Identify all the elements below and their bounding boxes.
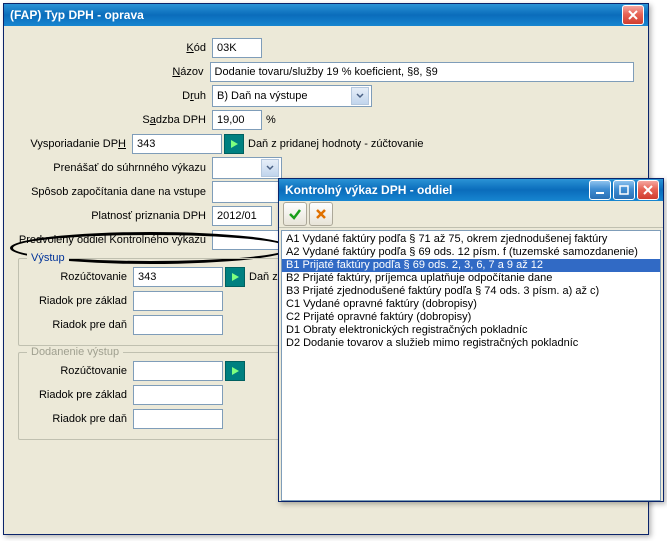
maximize-icon — [618, 184, 630, 196]
dodanenie-riadok-zaklad-label: Riadok pre základ — [27, 389, 133, 401]
list-item[interactable]: C2 Prijaté opravné faktúry (dobropisy) — [282, 311, 660, 324]
ok-button[interactable] — [283, 202, 307, 226]
prenasat-label: Prenášať do súhrnného výkazu — [18, 162, 212, 174]
platnost-label: Platnosť priznania DPH — [18, 210, 212, 222]
prenasat-select[interactable] — [212, 157, 282, 179]
kod-input[interactable]: 03K — [212, 38, 262, 58]
druh-label: Druh — [18, 90, 212, 102]
popup-toolbar — [279, 201, 663, 228]
druh-select[interactable]: B) Daň na výstupe — [212, 85, 372, 107]
sadzba-input[interactable]: 19,00 — [212, 110, 262, 130]
main-title: (FAP) Typ DPH - oprava — [10, 8, 622, 22]
dodanenie-riadok-dan-input[interactable] — [133, 409, 223, 429]
popup-titlebar: Kontrolný výkaz DPH - oddiel — [279, 179, 663, 201]
chevron-down-icon — [351, 87, 369, 105]
play-icon — [229, 139, 239, 149]
vystup-riadok-dan-label: Riadok pre daň — [27, 319, 133, 331]
predvoleny-input[interactable] — [212, 230, 284, 250]
vysporiadanie-input[interactable]: 343 — [132, 134, 222, 154]
dodanenie-rozuctovanie-input[interactable] — [133, 361, 223, 381]
vysporiadanie-trail: Daň z pridanej hodnoty - zúčtovanie — [244, 138, 424, 150]
x-icon — [314, 207, 328, 221]
predvoleny-label: Predvolený oddiel Kontrolného výkazu — [18, 234, 212, 246]
nazov-input[interactable]: Dodanie tovaru/služby 19 % koeficient, §… — [210, 62, 634, 82]
maximize-button[interactable] — [613, 180, 635, 200]
list-item[interactable]: D1 Obraty elektronických registračných p… — [282, 324, 660, 337]
chevron-down-icon — [261, 159, 279, 177]
vystup-rozuctovanie-input[interactable]: 343 — [133, 267, 223, 287]
close-button[interactable] — [622, 5, 644, 25]
play-icon — [230, 366, 240, 376]
check-icon — [288, 207, 302, 221]
vystup-riadok-dan-input[interactable] — [133, 315, 223, 335]
popup-window: Kontrolný výkaz DPH - oddiel A1 Vydané f… — [278, 178, 664, 502]
dodanenie-rozuctovanie-label: Rozúčtovanie — [27, 365, 133, 377]
popup-close-button[interactable] — [637, 180, 659, 200]
platnost-input[interactable]: 2012/01 — [212, 206, 272, 226]
main-titlebar: (FAP) Typ DPH - oprava — [4, 4, 648, 26]
vystup-rozuctovanie-label: Rozúčtovanie — [27, 271, 133, 283]
cancel-button[interactable] — [309, 202, 333, 226]
close-icon — [642, 184, 654, 196]
dodanenie-riadok-zaklad-input[interactable] — [133, 385, 223, 405]
list-item[interactable]: A2 Vydané faktúry podľa § 69 ods. 12 pís… — [282, 246, 660, 259]
list-item[interactable]: B1 Prijaté faktúry podľa § 69 ods. 2, 3,… — [282, 259, 660, 272]
sadzba-suffix: % — [262, 114, 276, 126]
list-item[interactable]: A1 Vydané faktúry podľa § 71 až 75, okre… — [282, 233, 660, 246]
minimize-button[interactable] — [589, 180, 611, 200]
vysporiadanie-lookup-button[interactable] — [224, 134, 244, 154]
close-icon — [627, 9, 639, 21]
play-icon — [230, 272, 240, 282]
popup-title: Kontrolný výkaz DPH - oddiel — [285, 183, 589, 197]
dodanenie-rozuctovanie-lookup-button[interactable] — [225, 361, 245, 381]
nazov-label: Názov — [18, 66, 210, 78]
list-item[interactable]: B2 Prijaté faktúry, príjemca uplatňuje o… — [282, 272, 660, 285]
list-item[interactable]: C1 Vydané opravné faktúry (dobropisy) — [282, 298, 660, 311]
sposob-label: Spôsob započítania dane na vstupe — [18, 186, 212, 198]
vystup-rozuctovanie-lookup-button[interactable] — [225, 267, 245, 287]
list-item[interactable]: D2 Dodanie tovarov a služieb mimo regist… — [282, 337, 660, 350]
list-item[interactable]: B3 Prijaté zjednodušené faktúry podľa § … — [282, 285, 660, 298]
group-vystup-title: Výstup — [27, 252, 69, 264]
group-dodanenie-title: Dodanenie výstup — [27, 346, 123, 358]
vysporiadanie-label: Vysporiadanie DPH — [18, 138, 132, 150]
vystup-riadok-zaklad-label: Riadok pre základ — [27, 295, 133, 307]
minimize-icon — [594, 184, 606, 196]
kod-label: Kód — [18, 42, 212, 54]
druh-value: B) Daň na výstupe — [217, 90, 308, 102]
options-list[interactable]: A1 Vydané faktúry podľa § 71 až 75, okre… — [281, 230, 661, 501]
dodanenie-riadok-dan-label: Riadok pre daň — [27, 413, 133, 425]
sadzba-label: Sadzba DPH — [18, 114, 212, 126]
vystup-riadok-zaklad-input[interactable] — [133, 291, 223, 311]
